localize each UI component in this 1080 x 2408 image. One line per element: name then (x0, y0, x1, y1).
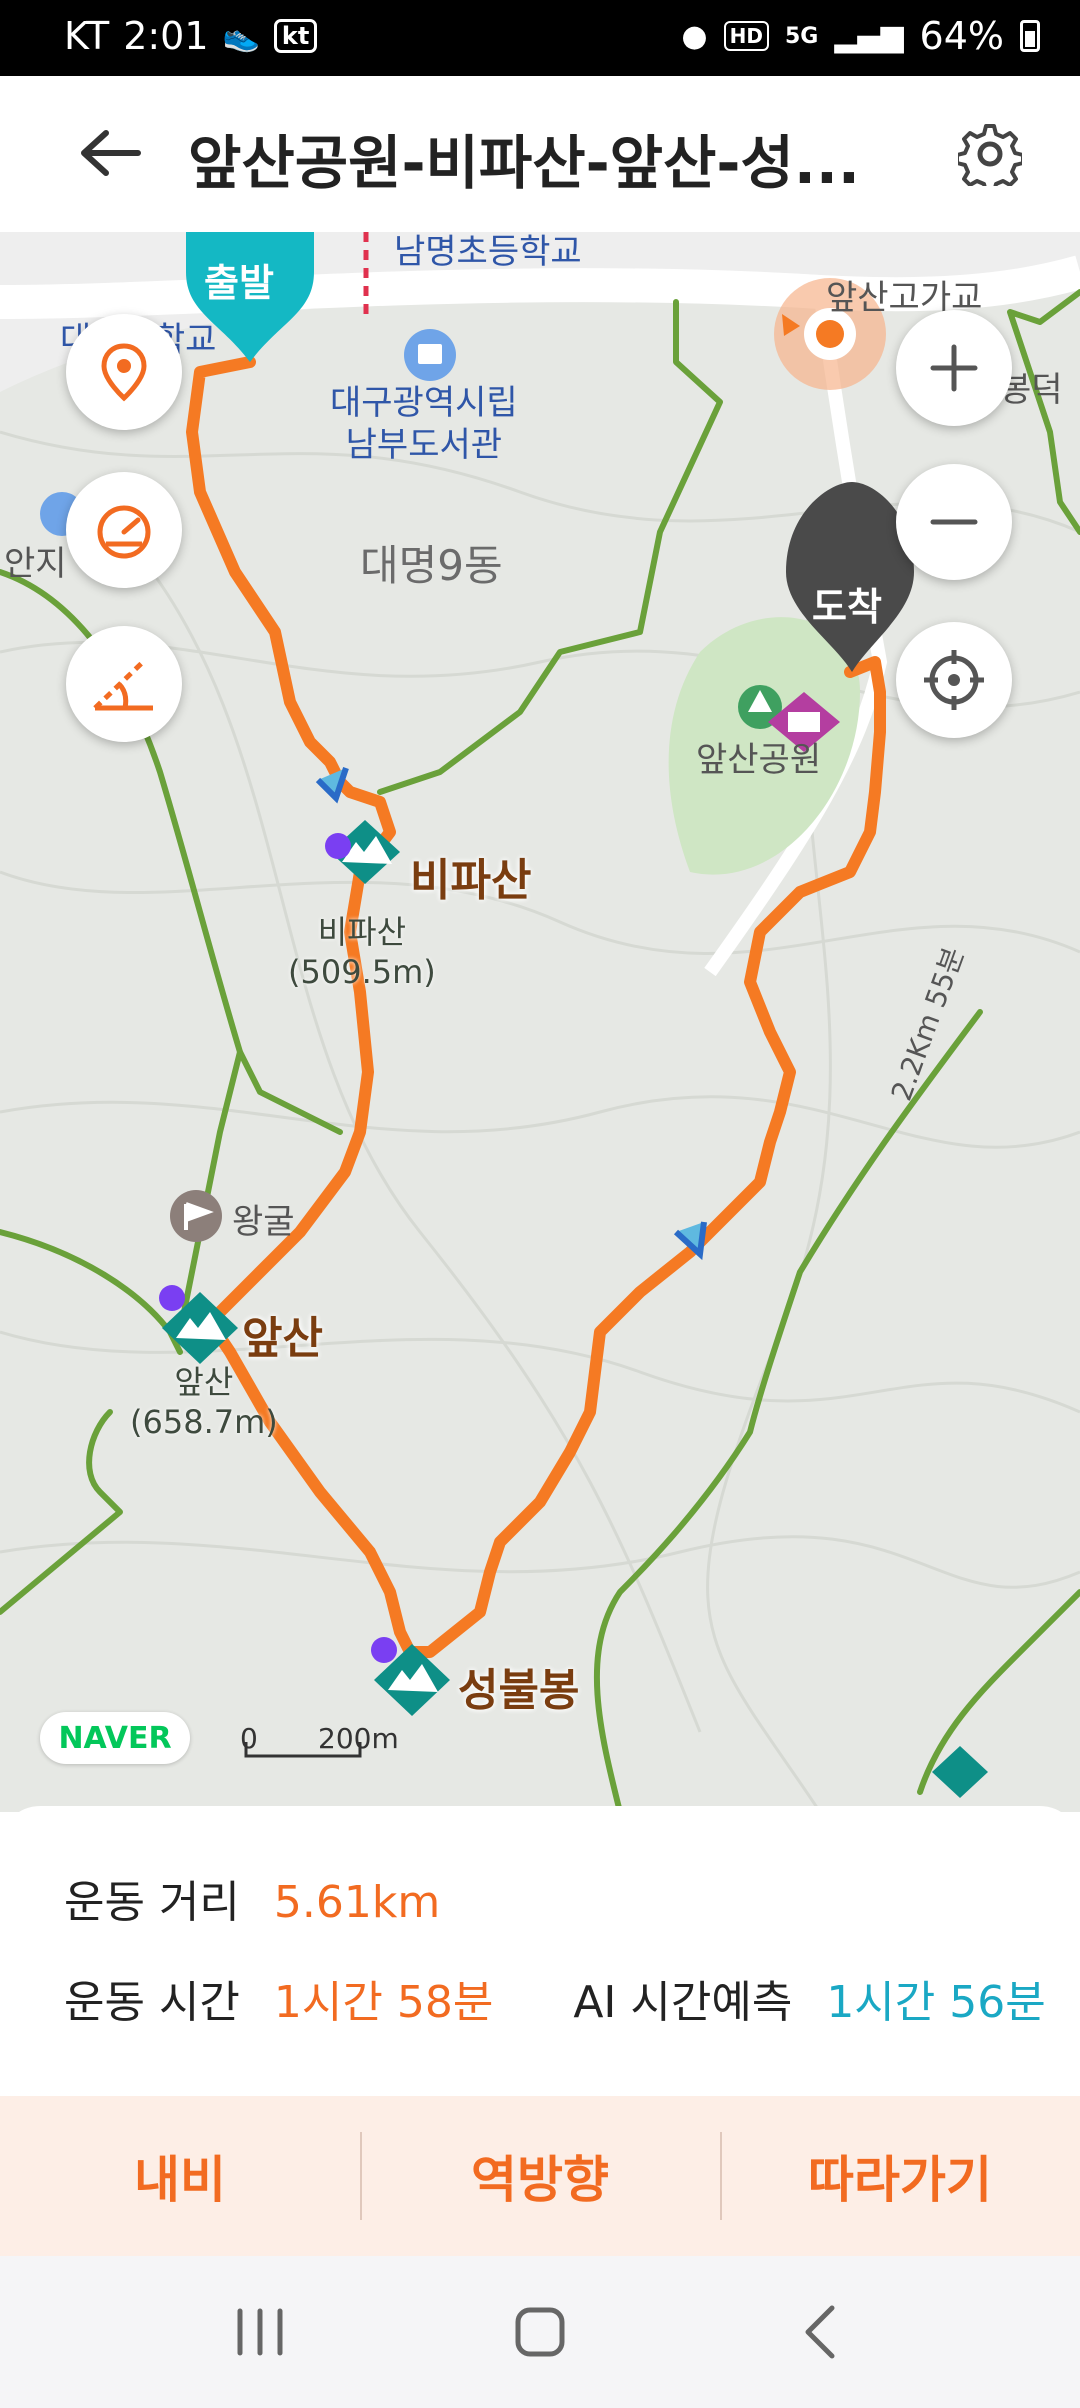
zoom-out-button[interactable] (896, 464, 1012, 580)
time-label: 운동 시간 (64, 1977, 240, 2028)
end-pin-label[interactable]: 도착 (812, 576, 882, 631)
distance-label: 운동 거리 (64, 1877, 240, 1928)
speed-button[interactable] (66, 472, 182, 588)
speedometer-icon (97, 505, 151, 559)
peak-name-apsan[interactable]: 앞산 (242, 1302, 323, 1366)
distance-row: 운동 거리 5.61km (64, 1866, 440, 1930)
navi-button[interactable]: 내비 (0, 2096, 360, 2256)
network-type: 5G (784, 23, 819, 49)
time-value: 1시간 58분 (273, 1977, 494, 2028)
battery-icon (1020, 20, 1040, 52)
map-label-cave: 왕굴 (232, 1202, 295, 1242)
recent-apps-icon (237, 2308, 283, 2356)
start-pin-label[interactable]: 출발 (204, 252, 274, 307)
peak-name-bipasan[interactable]: 비파산 (410, 844, 531, 908)
system-back-button[interactable] (770, 2282, 870, 2382)
recent-apps-button[interactable] (210, 2282, 310, 2382)
time-row: 운동 시간 1시간 58분 AI 시간예측 1시간 56분 (64, 1966, 1046, 2030)
map-label-library: 대구광역시립 남부도서관 (330, 383, 518, 465)
carrier-label: KT (64, 14, 110, 58)
scale-label: 200m (318, 1722, 399, 1755)
follow-button[interactable]: 따라가기 (720, 2096, 1080, 2256)
location-pin-button[interactable] (66, 314, 182, 430)
peak-sub-bipasan: 비파산 (509.5m) (288, 913, 436, 991)
location-icon: ● (681, 18, 708, 54)
map-label-top-school: 남명초등학교 (394, 232, 582, 272)
map-label-park: 앞산공원 (696, 740, 822, 780)
route-info-panel: 운동 거리 5.61km 운동 시간 1시간 58분 AI 시간예측 1시간 5… (0, 1806, 1080, 2096)
system-nav-bar (0, 2256, 1080, 2408)
back-arrow-icon (81, 130, 141, 176)
distance-value: 5.61km (273, 1877, 441, 1928)
ai-time-label: AI 시간예측 (573, 1977, 793, 2028)
settings-button[interactable] (950, 114, 1030, 194)
naver-logo: NAVER (40, 1712, 190, 1764)
scale-zero: 0 (240, 1722, 258, 1755)
kt-badge: kt (273, 19, 318, 53)
elevation-button[interactable] (66, 626, 182, 742)
gear-icon (958, 124, 1022, 186)
minus-icon (930, 519, 978, 525)
map-pin-icon (101, 343, 147, 402)
map-view[interactable]: 남명초등학교 대명중학교 대구광역시립 남부도서관 대명9동 안지 앞산고가교 … (0, 232, 1080, 1812)
status-bar: KT 2:01 👟 kt ● HD 5G ▂▄▆ 64% (0, 0, 1080, 76)
app-header: 앞산공원-비파산-앞산-성... (0, 76, 1080, 232)
reverse-button[interactable]: 역방향 (360, 2096, 720, 2256)
signal-icon: ▂▄▆ (834, 18, 904, 54)
steps-icon: 👟 (222, 18, 260, 54)
zoom-in-button[interactable] (896, 310, 1012, 426)
chevron-left-icon (805, 2305, 835, 2359)
hd-badge: HD (723, 21, 769, 51)
page-title: 앞산공원-비파산-앞산-성... (188, 129, 858, 197)
plus-icon (930, 344, 978, 392)
map-label-dong: 대명9동 (360, 541, 503, 590)
battery-percent: 64% (919, 14, 1004, 58)
elevation-icon (93, 658, 153, 711)
home-icon (515, 2307, 565, 2357)
home-button[interactable] (490, 2282, 590, 2382)
crosshair-icon (924, 650, 984, 710)
ai-time-value: 1시간 56분 (826, 1977, 1046, 2028)
clock: 2:01 (123, 14, 209, 58)
peak-sub-apsan: 앞산 (658.7m) (130, 1363, 278, 1441)
action-bar: 내비 역방향 따라가기 (0, 2096, 1080, 2256)
peak-name-seongbulbong[interactable]: 성불봉 (458, 1654, 579, 1718)
map-label-left-edge: 안지 (4, 544, 67, 584)
current-location-button[interactable] (896, 622, 1012, 738)
back-button[interactable] (70, 118, 150, 188)
